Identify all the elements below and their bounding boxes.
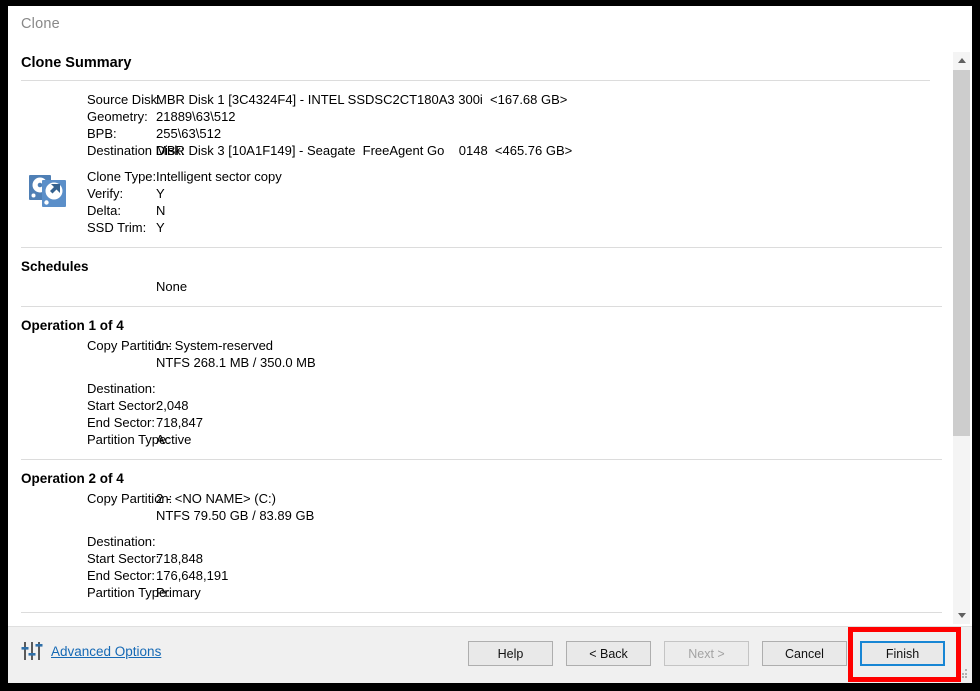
- schedules-section: Schedules None: [8, 248, 942, 306]
- scroll-down-button[interactable]: [953, 607, 970, 624]
- operation-heading: Operation 1 of 4: [8, 307, 942, 337]
- info-row: Geometry: 21889\63\512: [8, 108, 942, 125]
- vertical-scrollbar[interactable]: [952, 52, 970, 624]
- info-row: Destination Disk: MBR Disk 3 [10A1F149] …: [8, 142, 942, 159]
- info-row: Clone Type: Intelligent sector copy: [8, 168, 942, 185]
- row-label: Copy Partition:: [8, 337, 156, 354]
- schedules-value: None: [156, 278, 942, 295]
- resize-grip[interactable]: [958, 669, 968, 679]
- info-row: Verify: Y: [8, 185, 942, 202]
- info-row: Copy Partition: 1 - System-reserved: [8, 337, 942, 354]
- row-value: Intelligent sector copy: [156, 168, 942, 185]
- screenshot-root: Clone Clone Summary: [0, 0, 980, 691]
- row-label: Destination:: [8, 533, 156, 550]
- row-label: End Sector:: [8, 567, 156, 584]
- row-label: Start Sector:: [8, 550, 156, 567]
- info-row: Delta: N: [8, 202, 942, 219]
- row-value: MBR Disk 3 [10A1F149] - Seagate FreeAgen…: [156, 142, 942, 159]
- operation-heading: Operation 3 of 4: [8, 613, 942, 626]
- row-value: 718,847: [156, 414, 942, 431]
- info-row: End Sector: 718,847: [8, 414, 942, 431]
- row-value: 176,648,191: [156, 567, 942, 584]
- row-label: Destination:: [8, 380, 156, 397]
- row-spacer: [8, 371, 942, 380]
- scroll-viewport: Clone Summary: [8, 42, 942, 626]
- chevron-up-icon: [958, 58, 966, 63]
- row-value: Y: [156, 219, 942, 236]
- schedules-heading: Schedules: [8, 248, 942, 278]
- row-spacer: [8, 159, 942, 168]
- row-value: 2,048: [156, 397, 942, 414]
- info-row: NTFS 268.1 MB / 350.0 MB: [8, 354, 942, 371]
- dialog-body: Clone Summary: [8, 42, 972, 626]
- row-label: Start Sector:: [8, 397, 156, 414]
- row-label: Delta:: [8, 202, 156, 219]
- row-value: Primary: [156, 584, 942, 601]
- help-button[interactable]: Help: [468, 641, 553, 666]
- operation-1-section: Operation 1 of 4 Copy Partition: 1 - Sys…: [8, 307, 942, 459]
- operation-heading: Operation 2 of 4: [8, 460, 942, 490]
- row-value: Y: [156, 185, 942, 202]
- summary-content: Clone Summary: [8, 42, 942, 626]
- row-label: Verify:: [8, 185, 156, 202]
- row-label: Clone Type:: [8, 168, 156, 185]
- row-value: NTFS 268.1 MB / 350.0 MB: [156, 354, 942, 371]
- finish-button[interactable]: Finish: [860, 641, 945, 666]
- operation-rows: Copy Partition: 1 - System-reserved NTFS…: [8, 337, 942, 459]
- row-value: N: [156, 202, 942, 219]
- next-button: Next >: [664, 641, 749, 666]
- info-row: Partition Type: Active: [8, 431, 942, 448]
- row-value: 2 - <NO NAME> (C:): [156, 490, 942, 507]
- row-value: 255\63\512: [156, 125, 942, 142]
- row-label: Geometry:: [8, 108, 156, 125]
- operation-3-section: Operation 3 of 4 Copy Partition: 3 - Vol…: [8, 613, 942, 626]
- row-label: Partition Type:: [8, 431, 156, 448]
- cancel-button[interactable]: Cancel: [762, 641, 847, 666]
- row-value: 1 - System-reserved: [156, 337, 942, 354]
- chevron-down-icon: [958, 613, 966, 618]
- source-destination-rows: Source Disk: MBR Disk 1 [3C4324F4] - INT…: [8, 91, 942, 247]
- row-label: SSD Trim:: [8, 219, 156, 236]
- row-value: 21889\63\512: [156, 108, 942, 125]
- operation-rows: Copy Partition: 2 - <NO NAME> (C:) NTFS …: [8, 490, 942, 612]
- info-row: NTFS 79.50 GB / 83.89 GB: [8, 507, 942, 524]
- sliders-icon: [21, 640, 43, 662]
- advanced-options-label: Advanced Options: [51, 644, 161, 659]
- info-row: End Sector: 176,648,191: [8, 567, 942, 584]
- info-row: Copy Partition: 2 - <NO NAME> (C:): [8, 490, 942, 507]
- info-row: Destination:: [8, 380, 942, 397]
- info-row: BPB: 255\63\512: [8, 125, 942, 142]
- row-label: Source Disk:: [8, 91, 156, 108]
- footer-button-row: Help < Back Next > Cancel Finish: [468, 641, 945, 666]
- info-row: Start Sector: 718,848: [8, 550, 942, 567]
- row-label: Destination Disk:: [8, 142, 156, 159]
- advanced-options-link[interactable]: Advanced Options: [21, 640, 161, 662]
- info-row: Start Sector: 2,048: [8, 397, 942, 414]
- info-row: Partition Type: Primary: [8, 584, 942, 601]
- row-value: Active: [156, 431, 942, 448]
- row-spacer: [8, 524, 942, 533]
- info-row: None: [8, 278, 942, 295]
- scroll-up-button[interactable]: [953, 52, 970, 69]
- dialog-footer: Advanced Options Help < Back Next > Canc…: [8, 626, 972, 683]
- page-title: Clone Summary: [8, 42, 942, 80]
- info-row: Destination:: [8, 533, 942, 550]
- row-value: 718,848: [156, 550, 942, 567]
- row-label: Partition Type:: [8, 584, 156, 601]
- row-label: End Sector:: [8, 414, 156, 431]
- schedules-rows: None: [8, 278, 942, 306]
- disk-info-block: Source Disk: MBR Disk 1 [3C4324F4] - INT…: [8, 81, 942, 247]
- operation-2-section: Operation 2 of 4 Copy Partition: 2 - <NO…: [8, 460, 942, 612]
- info-row: SSD Trim: Y: [8, 219, 942, 236]
- row-value: NTFS 79.50 GB / 83.89 GB: [156, 507, 942, 524]
- row-label: Copy Partition:: [8, 490, 156, 507]
- window-title: Clone: [21, 16, 60, 32]
- info-row: Source Disk: MBR Disk 1 [3C4324F4] - INT…: [8, 91, 942, 108]
- clone-dialog: Clone Clone Summary: [8, 6, 972, 683]
- back-button[interactable]: < Back: [566, 641, 651, 666]
- row-label: BPB:: [8, 125, 156, 142]
- dialog-titlebar: Clone: [8, 6, 972, 42]
- scrollbar-thumb[interactable]: [953, 70, 970, 436]
- row-value: MBR Disk 1 [3C4324F4] - INTEL SSDSC2CT18…: [156, 91, 942, 108]
